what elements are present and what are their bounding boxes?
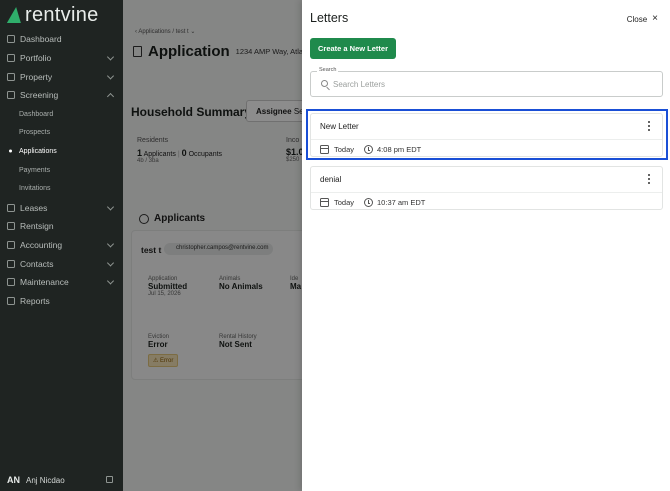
divider: [311, 139, 662, 140]
sidebar-item-rentsign[interactable]: Rentsign: [0, 217, 123, 236]
contacts-icon: [7, 259, 15, 268]
sidebar-subitem-applications[interactable]: Applications: [0, 142, 123, 161]
sidebar-subitem-label: Prospects: [19, 129, 51, 137]
dashboard-icon: [7, 35, 15, 44]
chevron-down-icon: [106, 202, 115, 211]
letter-date: Today: [334, 198, 355, 207]
sidebar-nav: Dashboard Portfolio Property Screening D…: [0, 30, 123, 310]
letter-name: denial: [320, 175, 342, 184]
sidebar-item-label: Leases: [20, 202, 48, 213]
sidebar-item-label: Screening: [20, 90, 59, 101]
rentsign-icon: [7, 222, 15, 231]
chevron-down-icon: [106, 277, 115, 285]
chevron-down-icon: [106, 72, 115, 80]
divider: [311, 192, 662, 193]
clock-icon: [364, 145, 374, 154]
sidebar-item-contacts[interactable]: Contacts: [0, 254, 123, 273]
sidebar-subitem-label: Dashboard: [19, 110, 54, 118]
sidebar-item-portfolio[interactable]: Portfolio: [0, 49, 123, 68]
reports-icon: [7, 296, 15, 305]
search-icon: [321, 80, 328, 87]
sidebar-subitem-label: Applications: [19, 147, 57, 155]
brand-name: rentvine: [25, 3, 99, 26]
user-menu[interactable]: AN Anj Nicdao: [0, 469, 123, 491]
chevron-up-icon: [106, 93, 115, 101]
more-options-icon[interactable]: [646, 120, 652, 132]
sidebar-item-label: Property: [20, 71, 53, 82]
maintenance-icon: [7, 278, 15, 287]
property-icon: [7, 72, 15, 81]
brand-logo[interactable]: rentvine: [6, 3, 99, 26]
portfolio-icon: [7, 54, 15, 63]
chevron-down-icon: [106, 259, 115, 267]
sidebar-item-reports[interactable]: Reports: [0, 292, 123, 311]
drawer-title: Letters: [310, 11, 349, 25]
sidebar-item-maintenance[interactable]: Maintenance: [0, 273, 123, 292]
sidebar-item-accounting[interactable]: Accounting: [0, 236, 123, 255]
accounting-icon: [7, 240, 15, 249]
leases-icon: [7, 203, 15, 212]
search-input[interactable]: [333, 77, 653, 91]
sidebar-item-property[interactable]: Property: [0, 67, 123, 86]
sidebar-item-label: Portfolio: [20, 53, 52, 64]
sidebar-subitem-dashboard[interactable]: Dashboard: [0, 105, 123, 124]
letter-meta: Today 4:08 pm EDT: [320, 145, 421, 154]
sidebar-item-label: Contacts: [20, 258, 54, 269]
sidebar-subitem-label: Payments: [19, 166, 51, 174]
letter-time: 10:37 am EDT: [377, 198, 426, 207]
drawer-backdrop[interactable]: [123, 0, 303, 491]
rentvine-logo-icon: [6, 7, 24, 23]
clock-icon: [364, 198, 374, 207]
letter-date: Today: [334, 145, 355, 154]
sidebar-item-label: Reports: [20, 295, 50, 306]
close-label: Close: [626, 14, 648, 24]
search-field[interactable]: Search: [310, 67, 663, 97]
letter-time: 4:08 pm EDT: [377, 145, 422, 154]
sidebar-subitem-payments[interactable]: Payments: [0, 161, 123, 180]
create-letter-button[interactable]: Create a New Letter: [310, 38, 396, 59]
letter-name: New Letter: [320, 122, 359, 131]
sidebar-item-leases[interactable]: Leases: [0, 198, 123, 217]
letter-item-denial[interactable]: denial Today 10:37 am EDT: [310, 166, 663, 210]
close-icon: ×: [652, 13, 658, 24]
avatar: AN: [7, 475, 20, 485]
close-button[interactable]: Close ×: [627, 14, 658, 24]
chevron-down-icon: [106, 240, 115, 248]
sidebar-subitem-label: Invitations: [19, 185, 51, 193]
sidebar-item-screening[interactable]: Screening: [0, 86, 123, 105]
sidebar-item-label: Accounting: [20, 239, 63, 250]
sidebar-subitem-prospects[interactable]: Prospects: [0, 123, 123, 142]
chevron-down-icon: [106, 53, 115, 61]
screening-icon: [7, 91, 15, 100]
sidebar-item-label: Maintenance: [20, 277, 69, 288]
letter-meta: Today 10:37 am EDT: [320, 198, 425, 207]
letter-item-new-letter[interactable]: New Letter Today 4:08 pm EDT: [310, 113, 663, 157]
sidebar-item-dashboard[interactable]: Dashboard: [0, 30, 123, 49]
sidebar: rentvine Dashboard Portfolio Property Sc…: [0, 0, 123, 491]
calendar-icon: [320, 198, 329, 207]
sidebar-item-label: Rentsign: [20, 221, 54, 232]
search-label: Search: [317, 67, 339, 73]
calendar-icon: [320, 145, 329, 154]
letters-drawer: Letters Close × Create a New Letter Sear…: [302, 0, 670, 491]
logout-icon[interactable]: [106, 476, 113, 483]
more-options-icon[interactable]: [646, 173, 652, 185]
sidebar-item-label: Dashboard: [20, 34, 62, 45]
sidebar-subitem-invitations[interactable]: Invitations: [0, 180, 123, 199]
user-name: Anj Nicdao: [26, 475, 65, 485]
